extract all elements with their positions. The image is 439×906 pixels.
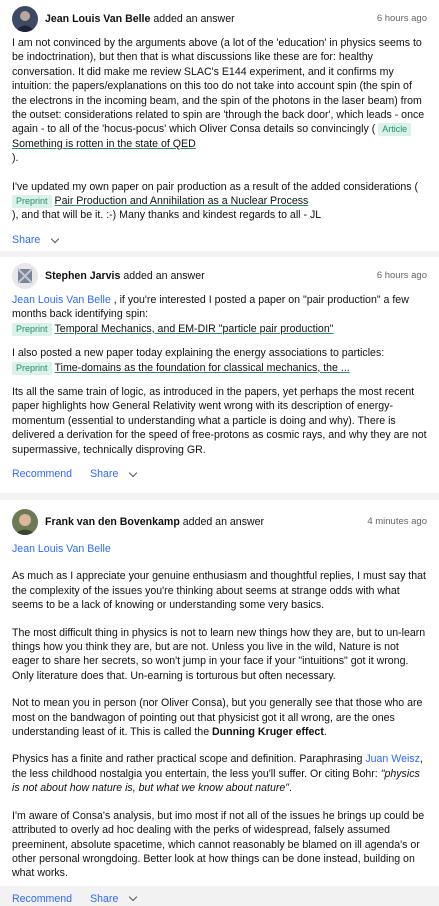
answer-paragraph: I also posted a new paper today explaini… bbox=[12, 347, 385, 375]
answer-paragraph: I'm aware of Consa's analysis, but imo m… bbox=[12, 809, 425, 880]
answer-card: Frank van den Bovenkamp added an answer … bbox=[0, 500, 439, 905]
chevron-down-icon[interactable] bbox=[51, 234, 60, 243]
answer-actions: Recommend Share bbox=[12, 467, 427, 481]
reference-link[interactable]: Temporal Mechanics, and EM-DIR "particle… bbox=[55, 323, 334, 335]
action-text: added an answer bbox=[123, 269, 205, 282]
avatar[interactable] bbox=[12, 509, 38, 535]
reference-link[interactable]: Something is rotten in the state of QED bbox=[12, 138, 196, 150]
timestamp: 4 minutes ago bbox=[367, 516, 427, 527]
reference-badge: Preprint bbox=[12, 361, 52, 375]
answer-paragraph: Its all the same train of logic, as intr… bbox=[12, 386, 427, 456]
answer-paragraph: Not to mean you in person (nor Oliver Co… bbox=[12, 697, 423, 739]
share-button[interactable]: Share bbox=[90, 892, 118, 906]
answer-header: Stephen Jarvis added an answer 6 hours a… bbox=[12, 257, 427, 293]
share-button[interactable]: Share bbox=[90, 467, 118, 481]
author-name[interactable]: Jean Louis Van Belle bbox=[45, 13, 150, 25]
answer-actions: Recommend Share bbox=[12, 892, 427, 906]
answer-header: Jean Louis Van Belle added an answer 6 h… bbox=[12, 0, 427, 36]
chevron-down-icon[interactable] bbox=[129, 893, 138, 902]
action-text: added an answer bbox=[182, 515, 265, 528]
author-name[interactable]: Stephen Jarvis bbox=[45, 270, 120, 282]
answer-paragraph: Physics has a finite and rather practica… bbox=[12, 753, 423, 795]
answer-paragraph: I've updated my own paper on pair produc… bbox=[12, 180, 419, 222]
action-text: added an answer bbox=[153, 12, 235, 25]
timestamp: 6 hours ago bbox=[376, 270, 427, 281]
recommend-button[interactable]: Recommend bbox=[12, 892, 72, 906]
answer-card: Stephen Jarvis added an answer 6 hours a… bbox=[0, 257, 439, 493]
mention-link[interactable]: Jean Louis Van Belle bbox=[12, 543, 111, 555]
reference-badge: Preprint bbox=[12, 322, 52, 336]
reference-badge: Article bbox=[378, 123, 412, 137]
share-button[interactable]: Share bbox=[12, 233, 40, 247]
recommend-button[interactable]: Recommend bbox=[12, 467, 72, 481]
avatar[interactable] bbox=[12, 263, 38, 289]
avatar[interactable] bbox=[12, 6, 38, 32]
author-line: Jean Louis Van Belle added an answer bbox=[45, 12, 235, 26]
answer-paragraph: I am not convinced by the arguments abov… bbox=[12, 37, 425, 165]
answer-paragraph: The most difficult thing in physics is n… bbox=[12, 626, 426, 682]
author-name[interactable]: Frank van den Bovenkamp bbox=[45, 516, 180, 528]
author-line: Stephen Jarvis added an answer bbox=[45, 269, 205, 283]
author-line: Frank van den Bovenkamp added an answer bbox=[45, 515, 264, 529]
answer-header: Frank van den Bovenkamp added an answer … bbox=[12, 500, 427, 542]
mention-link[interactable]: Jean Louis Van Belle bbox=[12, 294, 111, 306]
answer-actions: Share bbox=[12, 233, 427, 247]
mention-link[interactable]: Juan Weisz bbox=[365, 753, 420, 765]
answer-paragraph: As much as I appreciate your genuine ent… bbox=[12, 570, 426, 612]
timestamp: 6 hours ago bbox=[376, 13, 427, 24]
reference-badge: Preprint bbox=[12, 195, 52, 209]
answer-paragraph: Jean Louis Van Belle , if you're interes… bbox=[12, 294, 409, 336]
reference-link[interactable]: Pair Production and Annihilation as a Nu… bbox=[55, 195, 309, 207]
answer-paragraph: Jean Louis Van Belle bbox=[12, 542, 427, 556]
reference-link[interactable]: Time-domains as the foundation for class… bbox=[55, 362, 350, 374]
chevron-down-icon[interactable] bbox=[129, 468, 138, 478]
answer-card: Jean Louis Van Belle added an answer 6 h… bbox=[0, 0, 439, 251]
